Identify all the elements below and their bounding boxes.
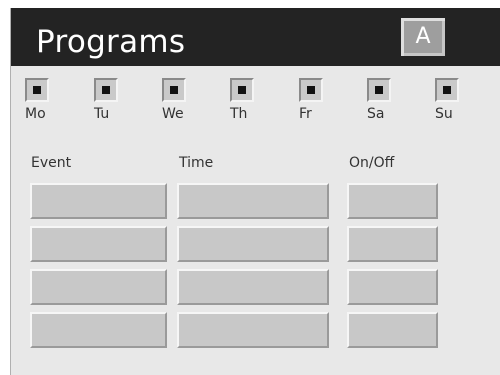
day-checkbox-fr[interactable]: Fr [296, 78, 336, 133]
event-field[interactable] [30, 226, 167, 262]
onoff-field[interactable] [347, 183, 438, 219]
column-header-onoff: On/Off [349, 155, 395, 171]
day-label: Fr [299, 106, 312, 122]
onoff-field[interactable] [347, 312, 438, 348]
day-checkbox-box[interactable] [230, 78, 254, 102]
day-checkbox-th[interactable]: Th [227, 78, 267, 133]
day-label: We [162, 106, 184, 122]
window-title: Programs [36, 24, 186, 60]
onoff-field[interactable] [347, 226, 438, 262]
column-header-time: Time [179, 155, 214, 171]
programs-panel: Programs A Mo Tu We Th Fr Sa Su Event Ti… [10, 8, 500, 375]
day-label: Th [230, 106, 248, 122]
day-checkbox-sa[interactable]: Sa [364, 78, 404, 133]
day-checkbox-we[interactable]: We [159, 78, 199, 133]
mode-button[interactable]: A [401, 18, 445, 56]
time-field[interactable] [177, 183, 329, 219]
check-mark-icon [375, 86, 383, 94]
day-checkbox-box[interactable] [162, 78, 186, 102]
time-field[interactable] [177, 312, 329, 348]
day-label: Mo [25, 106, 46, 122]
title-bar: Programs A [11, 8, 500, 66]
event-field[interactable] [30, 312, 167, 348]
day-checkbox-su[interactable]: Su [432, 78, 472, 133]
check-mark-icon [443, 86, 451, 94]
time-field[interactable] [177, 269, 329, 305]
day-label: Tu [94, 106, 110, 122]
day-checkbox-mo[interactable]: Mo [22, 78, 62, 133]
day-checkbox-box[interactable] [435, 78, 459, 102]
check-mark-icon [33, 86, 41, 94]
event-field[interactable] [30, 183, 167, 219]
day-checkbox-box[interactable] [25, 78, 49, 102]
day-checkbox-box[interactable] [367, 78, 391, 102]
check-mark-icon [238, 86, 246, 94]
day-checkbox-box[interactable] [299, 78, 323, 102]
check-mark-icon [102, 86, 110, 94]
column-header-event: Event [31, 155, 72, 171]
onoff-field[interactable] [347, 269, 438, 305]
day-checkbox-box[interactable] [94, 78, 118, 102]
check-mark-icon [170, 86, 178, 94]
time-field[interactable] [177, 226, 329, 262]
check-mark-icon [307, 86, 315, 94]
day-checkbox-tu[interactable]: Tu [91, 78, 131, 133]
event-field[interactable] [30, 269, 167, 305]
day-label: Su [435, 106, 453, 122]
day-label: Sa [367, 106, 385, 122]
